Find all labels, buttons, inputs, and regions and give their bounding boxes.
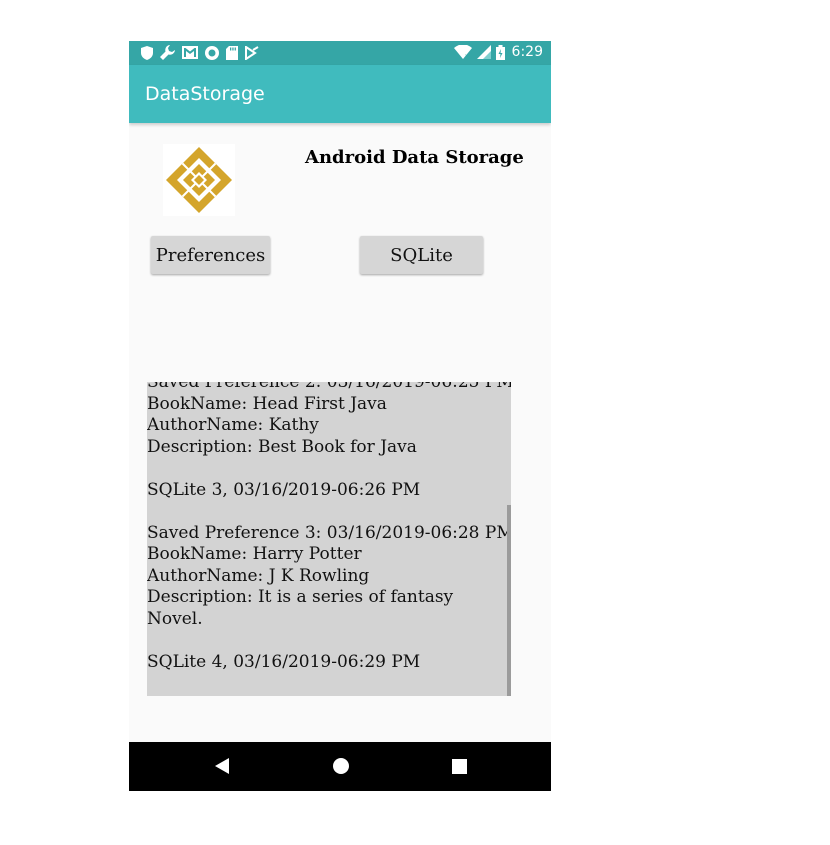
app-logo [163, 144, 235, 216]
notification-icons [141, 45, 259, 60]
app-bar: DataStorage [129, 65, 551, 123]
shield-icon [141, 45, 153, 60]
log-output-panel[interactable]: Saved Preference 2: 03/16/2019-06:25 PM … [147, 382, 511, 696]
recents-button[interactable] [451, 756, 469, 780]
sd-card-icon [226, 45, 238, 60]
signal-icon [476, 45, 491, 59]
sqlite-button[interactable]: SQLite [360, 236, 483, 274]
home-icon [333, 758, 349, 774]
back-icon [215, 758, 229, 774]
svg-text:x: x [465, 53, 469, 59]
back-button[interactable] [213, 756, 231, 780]
log-line: Saved Preference 2: 03/16/2019-06:25 PM [147, 382, 511, 392]
play-store-icon [245, 45, 259, 60]
log-line: Novel. [147, 608, 203, 629]
log-line: AuthorName: J K Rowling [147, 565, 370, 586]
wifi-icon: x [453, 45, 472, 59]
log-line: AuthorName: Kathy [147, 415, 319, 435]
log-line: Description: It is a series of fantasy [147, 587, 454, 607]
home-button[interactable] [331, 756, 351, 780]
system-icons: x 6:29 [453, 44, 543, 60]
navigation-bar [129, 742, 551, 791]
scrollbar[interactable] [507, 505, 511, 696]
recents-icon [452, 759, 467, 774]
page-heading: Android Data Storage [305, 147, 524, 168]
logo-icon [166, 147, 232, 213]
gmail-icon [182, 46, 198, 59]
battery-icon [495, 44, 505, 60]
status-bar: x 6:29 [129, 41, 551, 65]
log-line: Description: Best Book for Java [147, 436, 417, 457]
log-line: SQLite 3, 03/16/2019-06:26 PM [147, 479, 421, 500]
preferences-button[interactable]: Preferences [151, 236, 270, 274]
log-line: BookName: Head First Java [147, 393, 387, 414]
phone-screen: x 6:29 DataStorage Android Data Storage … [129, 41, 551, 791]
status-time: 6:29 [511, 44, 543, 60]
log-content: Saved Preference 2: 03/16/2019-06:25 PM … [147, 382, 511, 673]
record-icon [205, 45, 219, 60]
log-line: Saved Preference 3: 03/16/2019-06:28 PM [147, 522, 511, 543]
wrench-icon [160, 45, 175, 60]
app-title: DataStorage [145, 83, 265, 105]
log-line: SQLite 4, 03/16/2019-06:29 PM [147, 651, 421, 672]
log-line: BookName: Harry Potter [147, 544, 362, 564]
